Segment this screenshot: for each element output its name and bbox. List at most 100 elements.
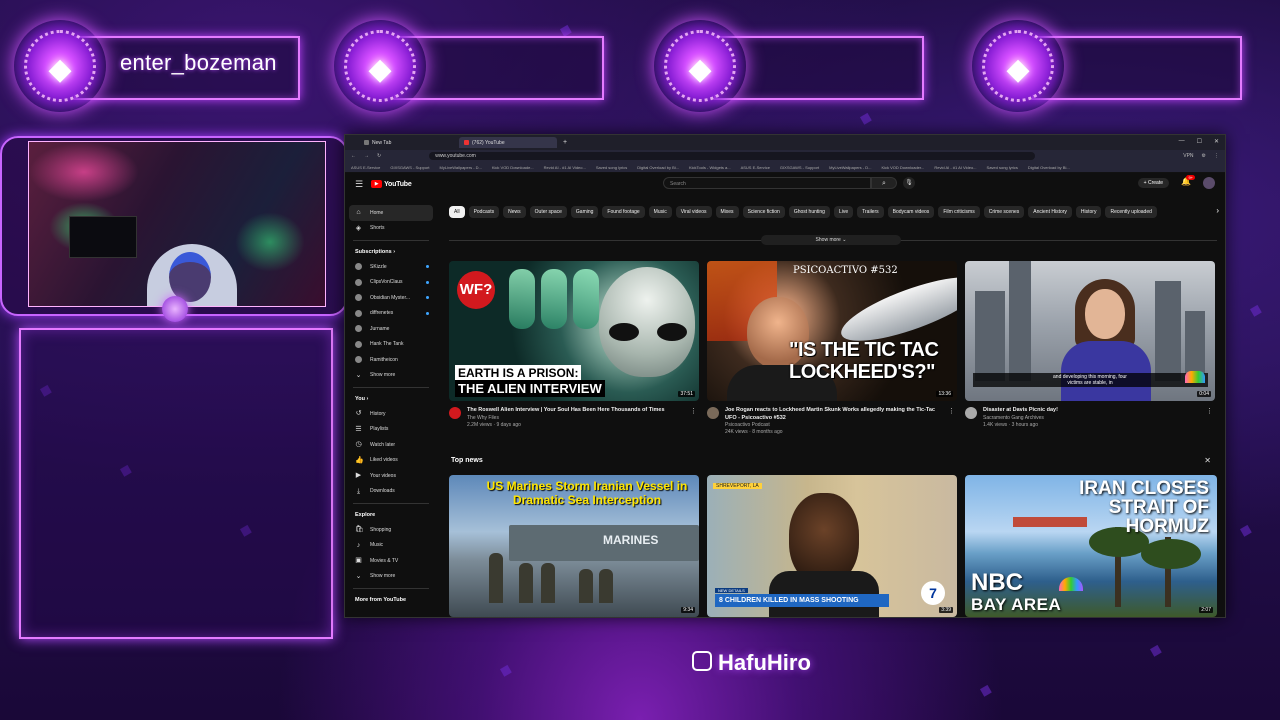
news-video-thumbnail[interactable]: SHREVEPORT, LA NEW DETAILS 8 CHILDREN KI… <box>707 475 957 617</box>
sidebar-subscription[interactable]: SKizzle <box>345 259 437 275</box>
sidebar-subscription[interactable]: Hank The Tank <box>345 337 437 353</box>
sidebar-subscription[interactable]: Jurname <box>345 321 437 337</box>
bookmark-item[interactable]: KickTools - Widgets a... <box>689 165 731 170</box>
explore-show-more[interactable]: ⌄ Show more <box>345 569 437 585</box>
filter-chip[interactable]: Ghost hunting <box>788 206 830 218</box>
filter-chip[interactable]: Mixes <box>715 206 739 218</box>
voice-search-button[interactable]: 🎙 <box>903 177 915 189</box>
vpn-badge[interactable]: VPN <box>1183 153 1193 159</box>
video-card[interactable]: PSICOACTIVO #532 "IS THE TIC TAC LOCKHEE… <box>707 261 957 436</box>
close-icon[interactable]: ✕ <box>1204 456 1211 465</box>
filter-chip[interactable]: Ancient History <box>1028 206 1072 218</box>
sidebar-item-your-videos[interactable]: ▶ Your videos <box>345 468 437 484</box>
subscriptions-show-more[interactable]: ⌄ Show more <box>345 368 437 384</box>
hamburger-menu-icon[interactable]: ☰ <box>355 179 363 190</box>
forward-icon[interactable]: → <box>364 153 369 159</box>
back-icon[interactable]: ← <box>351 153 356 159</box>
minimize-icon[interactable]: — <box>1179 138 1185 145</box>
tab-youtube[interactable]: (762) YouTube <box>459 137 557 148</box>
bookmark-item[interactable]: MyLiveWallpapers - D... <box>440 165 482 170</box>
bookmark-item[interactable]: Digital Overload by Bi... <box>637 165 679 170</box>
subscriptions-heading[interactable]: Subscriptions › <box>345 245 437 259</box>
channel-name[interactable]: Sacramento Gang Archives <box>983 415 1203 422</box>
sidebar-item-history[interactable]: ↺ History <box>345 406 437 422</box>
bookmark-item[interactable]: MyLiveWallpapers - D... <box>829 165 871 170</box>
filter-chip[interactable]: Film criticisms <box>938 206 980 218</box>
bookmark-item[interactable]: ASUS E-Service <box>351 165 380 170</box>
sidebar-subscription[interactable]: Ramitheicon <box>345 352 437 368</box>
bookmark-item[interactable]: Saved song lyrics <box>987 165 1018 170</box>
close-icon[interactable]: ✕ <box>1214 138 1219 145</box>
new-tab-icon[interactable]: + <box>563 139 567 146</box>
more-options-icon[interactable]: ⋮ <box>690 407 697 415</box>
channel-name[interactable]: The Why Files <box>467 415 687 422</box>
bookmark-item[interactable]: Revid AI - #1 AI Video... <box>934 165 976 170</box>
filter-chip[interactable]: Gaming <box>570 206 599 218</box>
filter-chip[interactable]: Science fiction <box>742 206 785 218</box>
bookmark-item[interactable]: Revid AI - #1 AI Video... <box>544 165 586 170</box>
video-title[interactable]: Disaster at Davis Picnic day! <box>983 407 1203 415</box>
filter-chip[interactable]: Viral videos <box>675 206 712 218</box>
bookmark-item[interactable]: GIXSGAWS - Support <box>390 165 429 170</box>
sidebar-subscription[interactable]: Obsidian Myster... <box>345 290 437 306</box>
you-heading[interactable]: You › <box>345 392 437 406</box>
search-input[interactable]: Search <box>663 177 871 189</box>
sidebar-item-liked-videos[interactable]: 👍 Liked videos <box>345 453 437 469</box>
maximize-icon[interactable]: ☐ <box>1197 138 1202 145</box>
extensions-icon[interactable]: ⚙ <box>1202 153 1206 159</box>
filter-chip[interactable]: Live <box>833 206 854 218</box>
url-field[interactable]: www.youtube.com <box>429 152 1036 160</box>
video-title[interactable]: The Roswell Alien Interview | Your Soul … <box>467 407 687 415</box>
filter-chip[interactable]: History <box>1075 206 1102 218</box>
sidebar-item-downloads[interactable]: ⤓ Downloads <box>345 484 437 500</box>
news-video-thumbnail[interactable]: MARINES US Marines Storm Iranian Vessel … <box>449 475 699 617</box>
video-thumbnail[interactable]: and developing this morning, four victim… <box>965 261 1215 401</box>
filter-chip[interactable]: Trailers <box>857 206 884 218</box>
filter-chip[interactable]: Music <box>648 206 672 218</box>
sidebar-item-watch-later[interactable]: ◷ Watch later <box>345 437 437 453</box>
filter-chip[interactable]: Found footage <box>602 206 645 218</box>
video-card[interactable]: and developing this morning, four victim… <box>965 261 1215 436</box>
bookmark-item[interactable]: Saved song lyrics <box>596 165 627 170</box>
sidebar-subscription[interactable]: diffrenetes <box>345 306 437 322</box>
search-button[interactable]: ⌕ <box>871 177 897 189</box>
filter-chip[interactable]: Recently uploaded <box>1105 206 1157 218</box>
youtube-logo[interactable]: ▶ YouTube <box>371 180 412 188</box>
video-title[interactable]: Joe Rogan reacts to Lockheed Martin Skun… <box>725 407 945 422</box>
video-card[interactable]: WF? EARTH IS A PRISON: THE ALIEN INTERVI… <box>449 261 699 436</box>
sidebar-item-playlists[interactable]: ☰ Playlists <box>345 422 437 438</box>
chevron-right-icon[interactable]: › <box>1216 206 1219 215</box>
video-thumbnail[interactable]: WF? EARTH IS A PRISON: THE ALIEN INTERVI… <box>449 261 699 401</box>
more-options-icon[interactable]: ⋮ <box>948 407 955 415</box>
show-more-button[interactable]: Show more ⌄ <box>761 235 901 245</box>
sidebar-item-shorts[interactable]: ◈ Shorts <box>345 221 437 237</box>
news-video-thumbnail[interactable]: IRAN CLOSES STRAIT OF HORMUZ NBC BAY ARE… <box>965 475 1217 617</box>
create-button[interactable]: + Create <box>1137 178 1169 188</box>
filter-chip[interactable]: All <box>449 206 465 218</box>
channel-avatar[interactable] <box>707 407 719 419</box>
filter-chip[interactable]: Podcasts <box>468 206 500 218</box>
video-thumbnail[interactable]: PSICOACTIVO #532 "IS THE TIC TAC LOCKHEE… <box>707 261 957 401</box>
tab-new-tab[interactable]: New Tab <box>359 137 457 148</box>
more-options-icon[interactable]: ⋮ <box>1206 407 1213 415</box>
sidebar-subscription[interactable]: ClipsVonClaus <box>345 275 437 291</box>
filter-chip[interactable]: Outer space <box>529 206 567 218</box>
bookmark-item[interactable]: GIXSGAWS - Support <box>780 165 819 170</box>
bookmark-item[interactable]: Digital Overload by Bi... <box>1028 165 1070 170</box>
filter-chip[interactable]: Bodycam videos <box>887 206 935 218</box>
bookmark-item[interactable]: Kick VOD Downloader... <box>881 165 924 170</box>
reload-icon[interactable]: ↻ <box>377 153 381 159</box>
account-avatar[interactable] <box>1203 177 1215 189</box>
channel-avatar[interactable] <box>965 407 977 419</box>
channel-avatar[interactable] <box>449 407 461 419</box>
sidebar-item-movies-tv[interactable]: ▣ Movies & TV <box>345 553 437 569</box>
bookmark-item[interactable]: ASUS E-Service <box>741 165 770 170</box>
bookmark-item[interactable]: Kick VOD Downloade... <box>492 165 534 170</box>
filter-chip[interactable]: Crime scenes <box>983 206 1025 218</box>
channel-name[interactable]: Psicoactivo Podcast <box>725 422 945 429</box>
menu-dots-icon[interactable]: ⋮ <box>1214 153 1219 159</box>
sidebar-item-home[interactable]: ⌂ Home <box>349 205 433 221</box>
sidebar-item-shopping[interactable]: 🛍 Shopping <box>345 522 437 538</box>
sidebar-item-music[interactable]: ♪ Music <box>345 538 437 554</box>
filter-chip[interactable]: News <box>503 206 526 218</box>
